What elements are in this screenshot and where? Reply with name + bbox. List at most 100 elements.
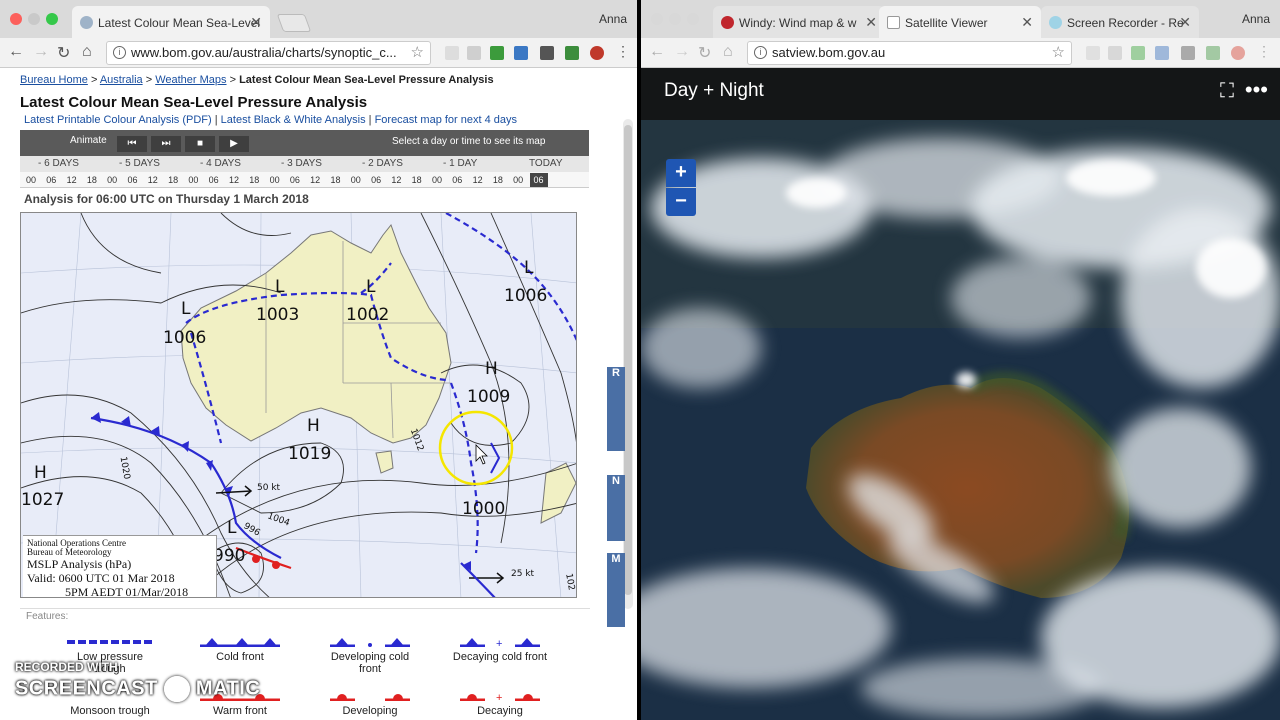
reload-icon[interactable]: ↻ xyxy=(698,43,711,63)
menu-dots-icon[interactable]: ⋮ xyxy=(616,43,630,60)
hour-button[interactable]: 06 xyxy=(124,175,142,185)
extension-icon[interactable] xyxy=(590,46,604,60)
side-tab-m[interactable]: M xyxy=(607,553,625,627)
day-label[interactable]: TODAY xyxy=(529,158,563,169)
extension-icon[interactable] xyxy=(1181,46,1195,60)
more-options-icon[interactable]: ••• xyxy=(1245,77,1268,103)
hour-button[interactable]: 18 xyxy=(327,175,345,185)
hour-button[interactable]: 00 xyxy=(428,175,446,185)
extension-icon[interactable] xyxy=(1108,46,1122,60)
stop-button[interactable]: ■ xyxy=(185,136,215,152)
address-bar[interactable]: i www.bom.gov.au/australia/charts/synopt… xyxy=(106,41,431,65)
extension-icon[interactable] xyxy=(540,46,554,60)
extension-icon[interactable] xyxy=(514,46,528,60)
hour-button[interactable]: 06 xyxy=(367,175,385,185)
extension-icon[interactable] xyxy=(445,46,459,60)
hour-button[interactable]: 00 xyxy=(103,175,121,185)
hour-button[interactable]: 12 xyxy=(144,175,162,185)
tab-screen-recorder[interactable]: Screen Recorder - Re ✕ xyxy=(1041,6,1199,38)
step-forward-button[interactable]: ⏭ xyxy=(151,136,181,152)
scrollbar-thumb[interactable] xyxy=(624,125,632,595)
minimize-window-button[interactable] xyxy=(28,13,40,25)
tab-bom-pressure[interactable]: Latest Colour Mean Sea-Level ✕ xyxy=(72,6,270,38)
close-window-button[interactable] xyxy=(651,13,663,25)
forward-arrow-icon[interactable]: → xyxy=(33,43,49,61)
extension-icon[interactable] xyxy=(467,46,481,60)
hour-button[interactable]: 06 xyxy=(448,175,466,185)
maximize-window-button[interactable] xyxy=(687,13,699,25)
menu-dots-icon[interactable]: ⋮ xyxy=(1257,43,1271,60)
new-tab-button[interactable] xyxy=(276,14,312,32)
address-bar[interactable]: i satview.bom.gov.au ☆ xyxy=(747,41,1072,65)
black-white-link[interactable]: Latest Black & White Analysis xyxy=(221,114,366,126)
hour-button[interactable]: 12 xyxy=(306,175,324,185)
extension-icon[interactable] xyxy=(1155,46,1169,60)
extension-icon[interactable] xyxy=(1131,46,1145,60)
hour-button[interactable]: 12 xyxy=(225,175,243,185)
day-label[interactable]: - 6 DAYS xyxy=(38,158,79,169)
close-tab-icon[interactable]: ✕ xyxy=(865,14,877,31)
hour-button[interactable]: 12 xyxy=(469,175,487,185)
hour-button[interactable]: 00 xyxy=(184,175,202,185)
reload-icon[interactable]: ↻ xyxy=(57,43,70,63)
hour-button[interactable]: 06 xyxy=(529,173,548,187)
hour-button[interactable]: 06 xyxy=(286,175,304,185)
satellite-viewer[interactable]: Day + Night ⛶ ••• + − xyxy=(641,68,1280,720)
hour-button[interactable]: 12 xyxy=(387,175,405,185)
close-tab-icon[interactable]: ✕ xyxy=(250,14,262,31)
side-tab-r[interactable]: R xyxy=(607,367,625,451)
day-label[interactable]: - 5 DAYS xyxy=(119,158,160,169)
minimize-window-button[interactable] xyxy=(669,13,681,25)
hour-button[interactable]: 18 xyxy=(245,175,263,185)
close-tab-icon[interactable]: ✕ xyxy=(1179,14,1191,31)
hour-button[interactable]: 18 xyxy=(83,175,101,185)
profile-name[interactable]: Anna xyxy=(1242,12,1270,26)
hour-button[interactable]: 06 xyxy=(205,175,223,185)
bookmark-star-icon[interactable]: ☆ xyxy=(411,43,424,61)
hour-button[interactable]: 00 xyxy=(266,175,284,185)
play-button[interactable]: ▶ xyxy=(219,136,249,152)
home-icon[interactable]: ⌂ xyxy=(82,43,92,61)
zoom-in-button[interactable]: + xyxy=(666,159,696,187)
forecast-link[interactable]: Forecast map for next 4 days xyxy=(375,114,517,126)
hour-button[interactable]: 18 xyxy=(164,175,182,185)
close-tab-icon[interactable]: ✕ xyxy=(1021,14,1033,31)
hour-button[interactable]: 00 xyxy=(22,175,40,185)
hour-button[interactable]: 06 xyxy=(42,175,60,185)
breadcrumb-weather-maps[interactable]: Weather Maps xyxy=(155,74,226,86)
hour-button[interactable]: 18 xyxy=(408,175,426,185)
day-label[interactable]: - 4 DAYS xyxy=(200,158,241,169)
day-label[interactable]: - 1 DAY xyxy=(443,158,477,169)
extension-icon[interactable] xyxy=(1231,46,1245,60)
breadcrumb-home[interactable]: Bureau Home xyxy=(20,74,88,86)
info-icon[interactable]: i xyxy=(113,46,126,59)
hour-button[interactable]: 00 xyxy=(509,175,527,185)
extension-icon[interactable] xyxy=(1086,46,1100,60)
back-arrow-icon[interactable]: ← xyxy=(649,43,665,61)
extension-icon[interactable] xyxy=(1206,46,1220,60)
hour-button[interactable]: 00 xyxy=(347,175,365,185)
info-icon[interactable]: i xyxy=(754,46,767,59)
step-back-button[interactable]: ⏮ xyxy=(117,136,147,152)
hour-button[interactable]: 18 xyxy=(489,175,507,185)
back-arrow-icon[interactable]: ← xyxy=(8,43,24,61)
forward-arrow-icon[interactable]: → xyxy=(674,43,690,61)
side-tab-n[interactable]: N xyxy=(607,475,625,541)
fullscreen-icon[interactable]: ⛶ xyxy=(1220,80,1234,103)
home-icon[interactable]: ⌂ xyxy=(723,43,733,61)
extension-icon[interactable] xyxy=(490,46,504,60)
maximize-window-button[interactable] xyxy=(46,13,58,25)
hour-button[interactable]: 12 xyxy=(63,175,81,185)
tab-satellite-viewer[interactable]: Satellite Viewer ✕ xyxy=(879,6,1041,38)
tab-windy[interactable]: Windy: Wind map & w ✕ xyxy=(713,6,885,38)
zoom-out-button[interactable]: − xyxy=(666,188,696,216)
day-label[interactable]: - 3 DAYS xyxy=(281,158,322,169)
bookmark-star-icon[interactable]: ☆ xyxy=(1052,43,1065,61)
breadcrumb-australia[interactable]: Australia xyxy=(100,74,143,86)
close-window-button[interactable] xyxy=(10,13,22,25)
extension-icon[interactable] xyxy=(565,46,579,60)
day-label[interactable]: - 2 DAYS xyxy=(362,158,403,169)
mslp-chart[interactable]: L 1006 L 1003 L 1002 L 1006 H 1009 H 101… xyxy=(20,212,577,598)
printable-pdf-link[interactable]: Latest Printable Colour Analysis (PDF) xyxy=(24,114,212,126)
profile-name[interactable]: Anna xyxy=(599,12,627,26)
